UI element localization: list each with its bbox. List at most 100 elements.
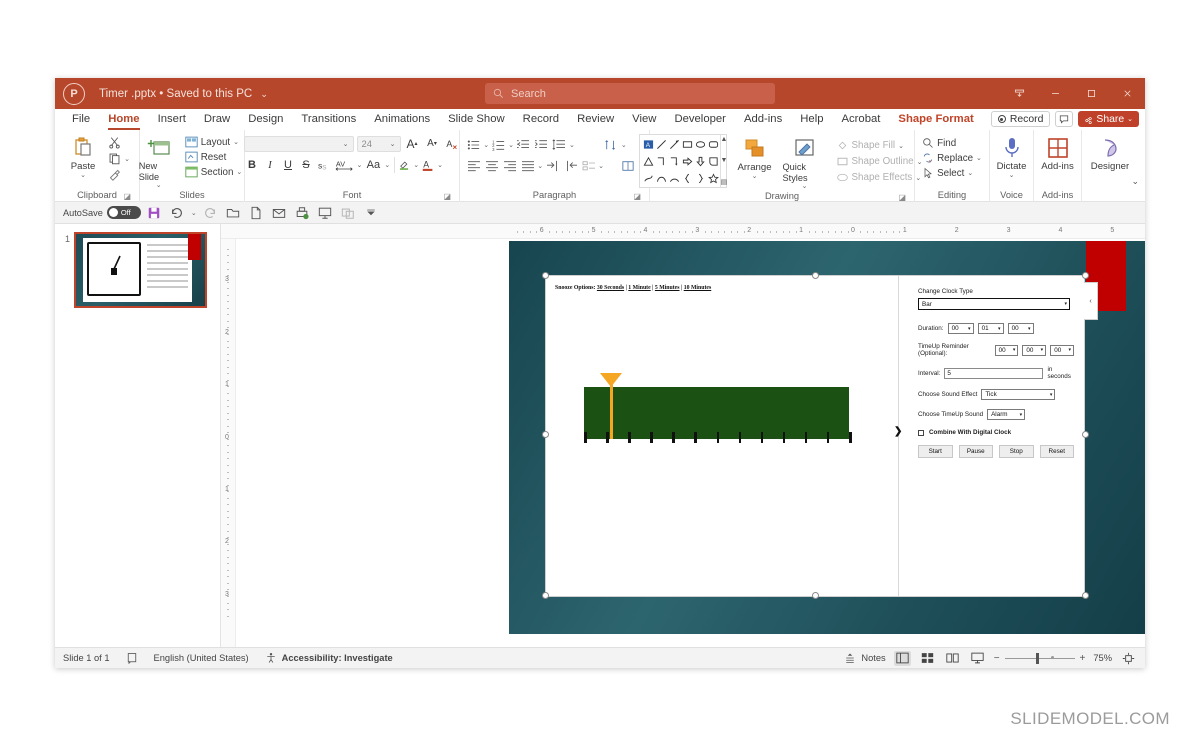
text-shadow-button[interactable]: s s: [316, 157, 333, 173]
decrease-font-size-button[interactable]: A ▾: [424, 136, 441, 152]
new-button[interactable]: [247, 204, 266, 222]
dictate-button[interactable]: Dictate ⌄: [993, 133, 1031, 180]
dictate-chevron-icon[interactable]: ⌄: [1009, 172, 1015, 180]
new-slide-chevron-icon[interactable]: ⌄: [156, 182, 162, 190]
document-title[interactable]: Timer .pptx • Saved to this PC ⌄: [99, 88, 268, 100]
shape-effects-button[interactable]: Shape Effects ⌄: [833, 170, 926, 185]
share-button[interactable]: Share ⌄: [1078, 111, 1139, 127]
section-button[interactable]: Section ⌄: [182, 165, 246, 179]
normal-view-button[interactable]: [893, 650, 911, 666]
replace-button[interactable]: c Replace ⌄: [919, 151, 985, 165]
gallery-more-icon[interactable]: ▤: [721, 178, 728, 186]
clipboard-dialog-launcher[interactable]: ◪: [123, 192, 131, 201]
zoom-in-button[interactable]: +: [1080, 653, 1086, 664]
arrange-chevron-icon[interactable]: ⌄: [752, 173, 758, 181]
shape-right-arrow-icon[interactable]: [681, 153, 694, 170]
convert-smartart-button[interactable]: [580, 158, 597, 174]
collapse-ribbon-button[interactable]: ⌄: [1131, 176, 1139, 187]
zoom-track[interactable]: [1004, 652, 1075, 664]
timeup-seconds-select[interactable]: 00 ▾: [1050, 344, 1074, 356]
shape-fill-button[interactable]: Shape Fill ⌄: [833, 138, 926, 153]
snooze-option-10-minutes[interactable]: 10 Minutes: [684, 285, 712, 291]
close-button[interactable]: [1109, 78, 1145, 109]
shape-left-brace-icon[interactable]: [681, 170, 694, 187]
decrease-list-level-button[interactable]: [562, 158, 579, 174]
tab-draw[interactable]: Draw: [195, 109, 239, 130]
search-box[interactable]: Search: [485, 83, 775, 104]
selection-handle-top-right[interactable]: [1082, 272, 1089, 279]
tab-add-ins[interactable]: Add-ins: [735, 109, 791, 130]
selection-handle-middle-left[interactable]: [542, 431, 549, 438]
find-button[interactable]: Find: [919, 136, 985, 150]
font-size-input[interactable]: 24 ⌄: [356, 135, 401, 152]
shape-right-brace-icon[interactable]: [694, 170, 707, 187]
selection-handle-top-center[interactable]: [812, 272, 819, 279]
pause-button[interactable]: Pause: [958, 445, 993, 458]
decrease-indent-button[interactable]: [515, 137, 532, 153]
character-spacing-button[interactable]: AV: [334, 157, 356, 173]
slide-thumbnail-1[interactable]: [74, 232, 207, 308]
smartart-chevron-icon[interactable]: ⌄: [598, 162, 604, 170]
undo-chevron-icon[interactable]: ⌄: [191, 209, 197, 217]
sound-effect-select[interactable]: Tick ▾: [981, 389, 1056, 400]
autosave-toggle[interactable]: Off: [106, 206, 141, 219]
numbering-button[interactable]: 123: [490, 137, 507, 153]
shape-elbow-connector-icon[interactable]: [655, 153, 668, 170]
text-highlight-color-button[interactable]: [394, 156, 412, 173]
stop-button[interactable]: Stop: [999, 445, 1034, 458]
slide-editing-area[interactable]: 6543210123456 3210123 Snooze Options: 30…: [221, 224, 1145, 647]
character-spacing-chevron-icon[interactable]: ⌄: [357, 161, 363, 169]
font-dialog-launcher[interactable]: ◪: [443, 192, 451, 201]
shapes-gallery-scrollbar[interactable]: ▲ ▼ ▤: [719, 135, 728, 187]
underline-button[interactable]: U: [280, 157, 297, 173]
slide-thumbnail-pane[interactable]: 1: [55, 224, 221, 647]
timeup-hours-select[interactable]: 00 ▾: [994, 344, 1019, 356]
change-case-button[interactable]: Aa: [363, 157, 383, 173]
tab-shape-format[interactable]: Shape Format: [889, 109, 982, 130]
cut-button[interactable]: [105, 135, 133, 150]
spellcheck-button[interactable]: [126, 652, 138, 664]
designer-button[interactable]: Designer: [1085, 133, 1135, 172]
bullets-button[interactable]: [465, 137, 482, 153]
selection-handle-middle-right[interactable]: [1082, 431, 1089, 438]
shape-curve-icon[interactable]: [655, 170, 668, 187]
quick-print-button[interactable]: [293, 204, 312, 222]
bold-button[interactable]: B: [244, 157, 261, 173]
align-center-button[interactable]: [483, 158, 500, 174]
italic-button[interactable]: I: [262, 157, 279, 173]
gallery-scroll-down-icon[interactable]: ▼: [721, 157, 728, 164]
selection-handle-bottom-center[interactable]: [812, 592, 819, 599]
reset-button[interactable]: Reset: [1039, 445, 1074, 458]
tab-transitions[interactable]: Transitions: [292, 109, 365, 130]
shapes-gallery[interactable]: A ▲ ▼ ▤: [638, 134, 728, 188]
shape-elbow-arrow-icon[interactable]: [668, 153, 681, 170]
shape-triangle-icon[interactable]: [642, 153, 655, 170]
start-slideshow-button[interactable]: [316, 204, 335, 222]
align-text-button[interactable]: [620, 158, 637, 174]
shape-line-icon[interactable]: [655, 136, 668, 153]
font-name-input[interactable]: ⌄: [243, 135, 354, 152]
increase-font-size-button[interactable]: A ▴: [404, 136, 421, 152]
minimize-button[interactable]: [1037, 78, 1073, 109]
tab-file[interactable]: File: [63, 109, 99, 130]
copy-chevron-icon[interactable]: ⌄: [124, 155, 130, 163]
tab-slide-show[interactable]: Slide Show: [439, 109, 514, 130]
zoom-level[interactable]: 75%: [1093, 653, 1112, 663]
paste-chevron-icon[interactable]: ⌄: [80, 172, 86, 180]
increase-indent-button[interactable]: [533, 137, 550, 153]
shape-textbox-icon[interactable]: A: [642, 136, 655, 153]
tab-help[interactable]: Help: [791, 109, 832, 130]
email-button[interactable]: [270, 204, 289, 222]
duration-hours-select[interactable]: 00 ▾: [947, 323, 974, 334]
reading-view-button[interactable]: [944, 651, 961, 666]
shape-outline-button[interactable]: Shape Outline ⌄: [833, 154, 926, 169]
slideshow-button[interactable]: [969, 651, 986, 666]
text-direction-button[interactable]: [603, 137, 620, 153]
new-slide-button[interactable]: New Slide ⌄: [139, 133, 179, 190]
tab-view[interactable]: View: [623, 109, 665, 130]
tab-animations[interactable]: Animations: [365, 109, 439, 130]
gallery-scroll-up-icon[interactable]: ▲: [721, 136, 728, 143]
selection-handle-bottom-right[interactable]: [1082, 592, 1089, 599]
vertical-ruler[interactable]: 3 2 1 0 1 2 3: [221, 239, 236, 647]
justify-button[interactable]: [519, 158, 536, 174]
